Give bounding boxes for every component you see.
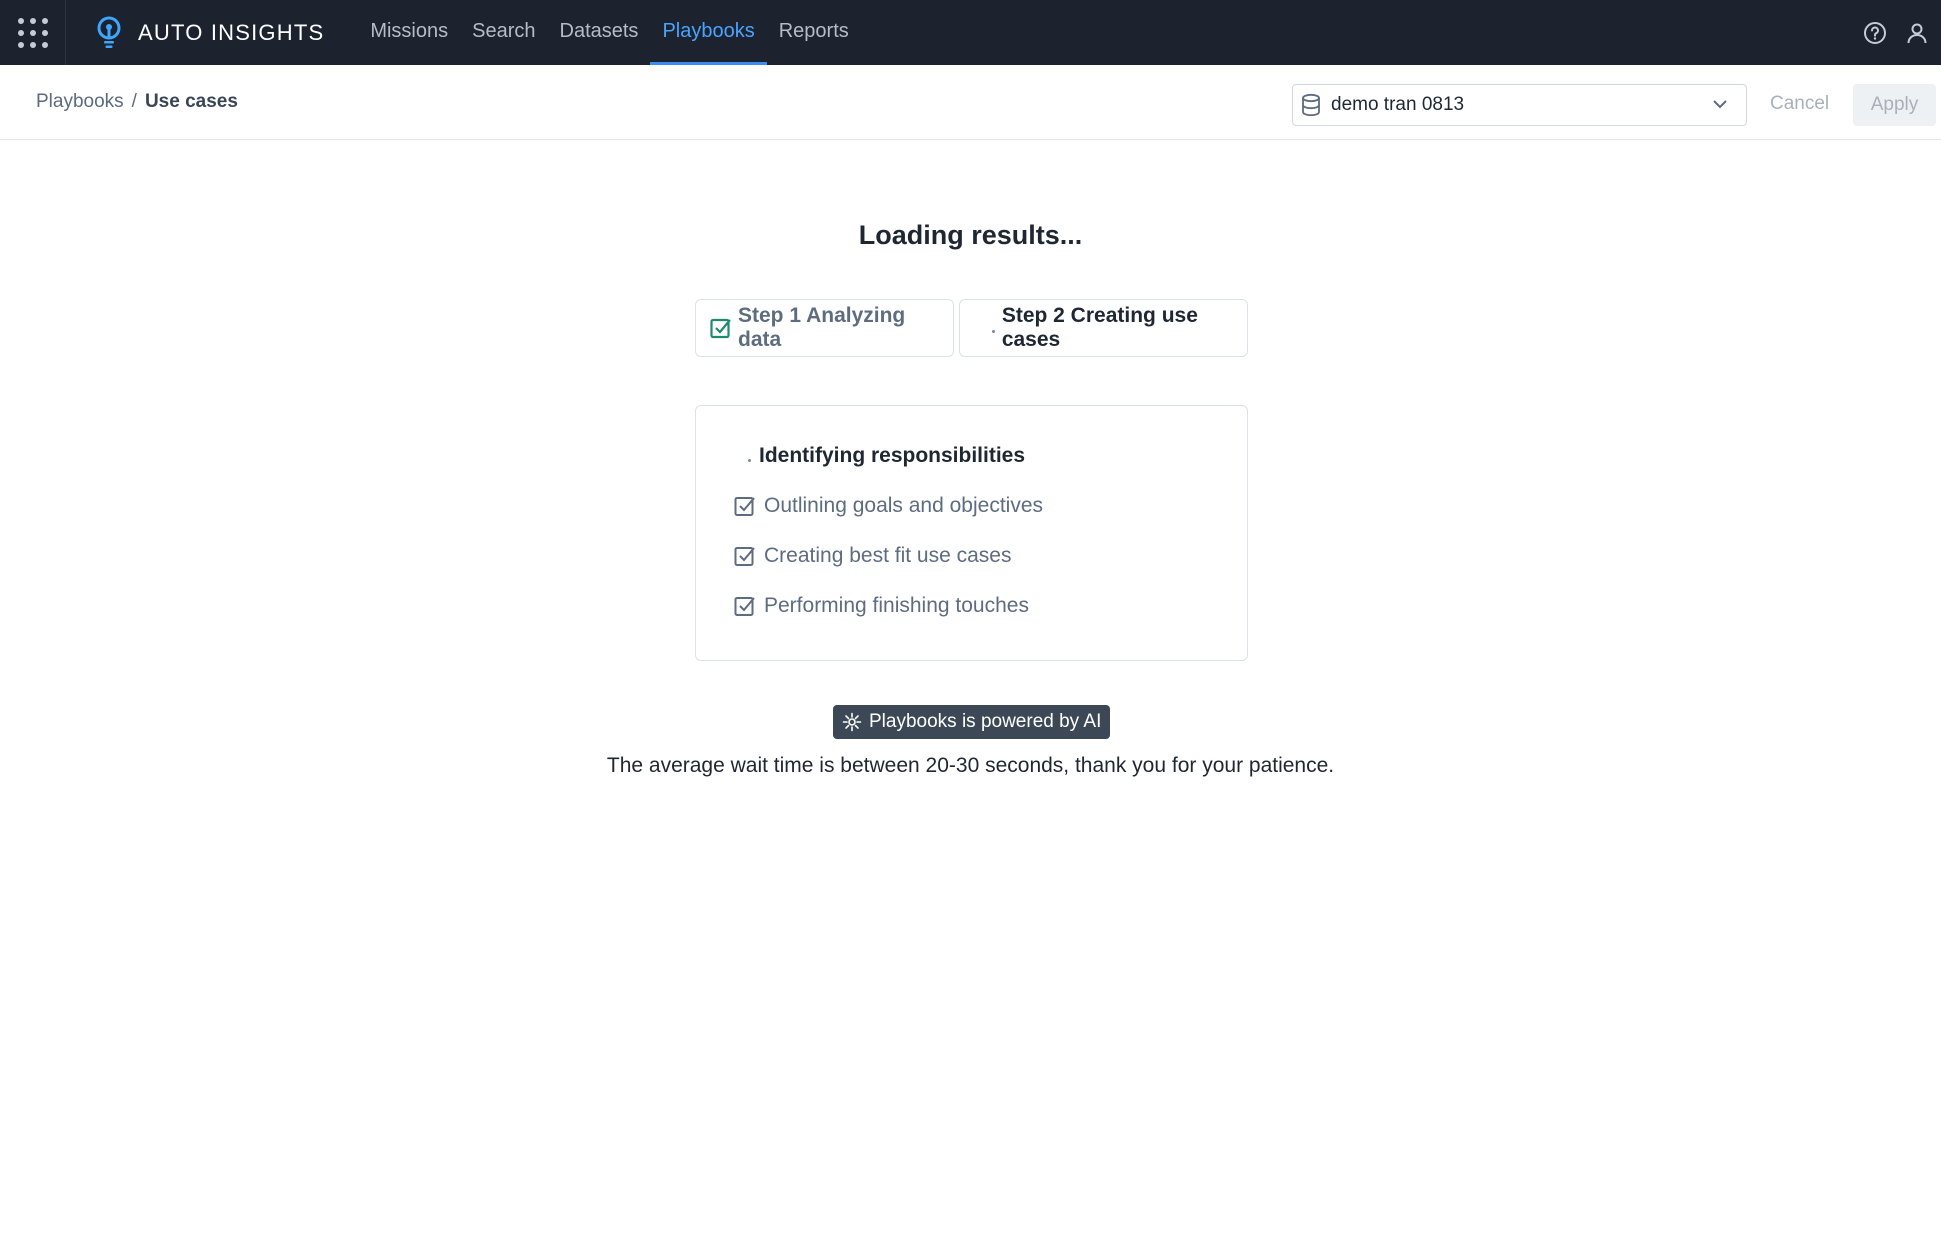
top-navbar: AUTO INSIGHTS Missions Search Datasets P… xyxy=(0,0,1941,65)
help-icon[interactable] xyxy=(1861,19,1889,47)
task-item: Outlining goals and objectives xyxy=(734,494,1043,518)
nav-search[interactable]: Search xyxy=(460,0,547,65)
step-1-pill: Step 1 Analyzing data xyxy=(695,299,954,357)
nav-missions[interactable]: Missions xyxy=(358,0,460,65)
nav-playbooks[interactable]: Playbooks xyxy=(650,0,768,65)
breadcrumb-current: Use cases xyxy=(144,91,238,112)
ai-badge-label: Playbooks is powered by AI xyxy=(869,711,1102,732)
apply-button[interactable]: Apply xyxy=(1853,84,1936,126)
task-item: Performing finishing touches xyxy=(734,594,1029,618)
checkbox-icon xyxy=(734,495,756,517)
dataset-select[interactable]: demo tran 0813 xyxy=(1292,84,1747,126)
lightbulb-logo-icon[interactable] xyxy=(96,16,122,50)
checkbox-icon xyxy=(734,595,756,617)
ai-gear-icon xyxy=(842,712,862,732)
step-2-label: Step 2 Creating use cases xyxy=(1001,304,1198,351)
dataset-select-value: demo tran 0813 xyxy=(1331,94,1465,115)
nav-reports[interactable]: Reports xyxy=(767,0,861,65)
ai-powered-badge: Playbooks is powered by AI xyxy=(833,705,1110,739)
breadcrumb-separator: / xyxy=(131,91,137,112)
wait-time-message: The average wait time is between 20-30 s… xyxy=(606,754,1335,777)
loading-title: Loading results... xyxy=(858,220,1083,250)
step-1-label: Step 1 Analyzing data xyxy=(738,304,906,351)
step-2-pill: Step 2 Creating use cases xyxy=(959,299,1248,357)
page-header: Playbooks / Use cases demo tran 0813 Can… xyxy=(0,65,1941,140)
spinner-icon xyxy=(992,329,995,333)
task-label: Identifying responsibilities xyxy=(759,444,1026,467)
checkbox-icon xyxy=(734,545,756,567)
user-icon[interactable] xyxy=(1903,19,1931,47)
app-brand: AUTO INSIGHTS xyxy=(138,19,325,45)
check-done-icon xyxy=(710,317,732,339)
apps-grid-button[interactable] xyxy=(0,0,66,65)
breadcrumb-playbooks[interactable]: Playbooks xyxy=(36,91,124,113)
task-label: Outlining goals and objectives xyxy=(764,494,1044,517)
apps-grid-icon xyxy=(17,17,48,48)
task-item: Identifying responsibilities xyxy=(734,444,1025,468)
cancel-button[interactable]: Cancel xyxy=(1770,93,1829,115)
task-progress-card: Identifying responsibilities Outlining g… xyxy=(695,405,1248,661)
main-nav: Missions Search Datasets Playbooks Repor… xyxy=(358,0,860,65)
task-item: Creating best fit use cases xyxy=(734,544,1011,568)
task-label: Creating best fit use cases xyxy=(764,544,1012,567)
task-label: Performing finishing touches xyxy=(764,594,1029,617)
database-icon xyxy=(1301,93,1323,117)
breadcrumb: Playbooks / Use cases xyxy=(36,91,238,113)
chevron-down-icon xyxy=(1712,96,1728,114)
nav-datasets[interactable]: Datasets xyxy=(548,0,651,65)
spinner-icon xyxy=(748,458,751,462)
